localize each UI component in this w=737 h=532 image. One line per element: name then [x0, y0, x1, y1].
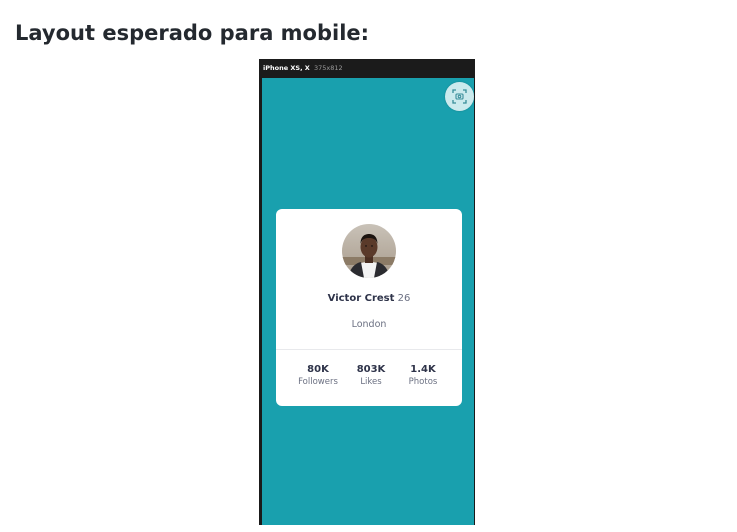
- stat-photos: 1.4K Photos: [402, 364, 444, 387]
- device-name: iPhone XS, X: [263, 64, 310, 72]
- card-divider: [276, 349, 462, 350]
- avatar: [342, 224, 396, 278]
- stat-value: 80K: [307, 364, 329, 375]
- device-size: 375x812: [314, 64, 343, 72]
- stat-label: Likes: [360, 377, 382, 387]
- profile-photo: [342, 224, 396, 278]
- profile-name: Victor Crest: [327, 293, 395, 304]
- stat-label: Photos: [408, 377, 438, 387]
- screenshot-button[interactable]: [445, 82, 474, 111]
- camera-frame-icon: [452, 89, 467, 104]
- mobile-screen: Victor Crest 26 London 80K Followers 803…: [262, 78, 474, 525]
- device-toolbar: iPhone XS, X 375x812: [259, 59, 475, 78]
- stat-likes: 803K Likes: [352, 364, 390, 387]
- page-heading: Layout esperado para mobile:: [15, 21, 370, 45]
- stat-followers: 80K Followers: [294, 364, 342, 387]
- profile-card: Victor Crest 26 London 80K Followers 803…: [276, 209, 462, 406]
- stat-value: 1.4K: [410, 364, 436, 375]
- phone-preview-frame: iPhone XS, X 375x812 Victor Crest 26 Lon…: [259, 59, 475, 525]
- profile-age: 26: [397, 293, 411, 304]
- stat-label: Followers: [298, 377, 338, 387]
- profile-name-line: Victor Crest 26: [276, 293, 462, 304]
- profile-city: London: [351, 319, 387, 330]
- stat-value: 803K: [356, 364, 386, 375]
